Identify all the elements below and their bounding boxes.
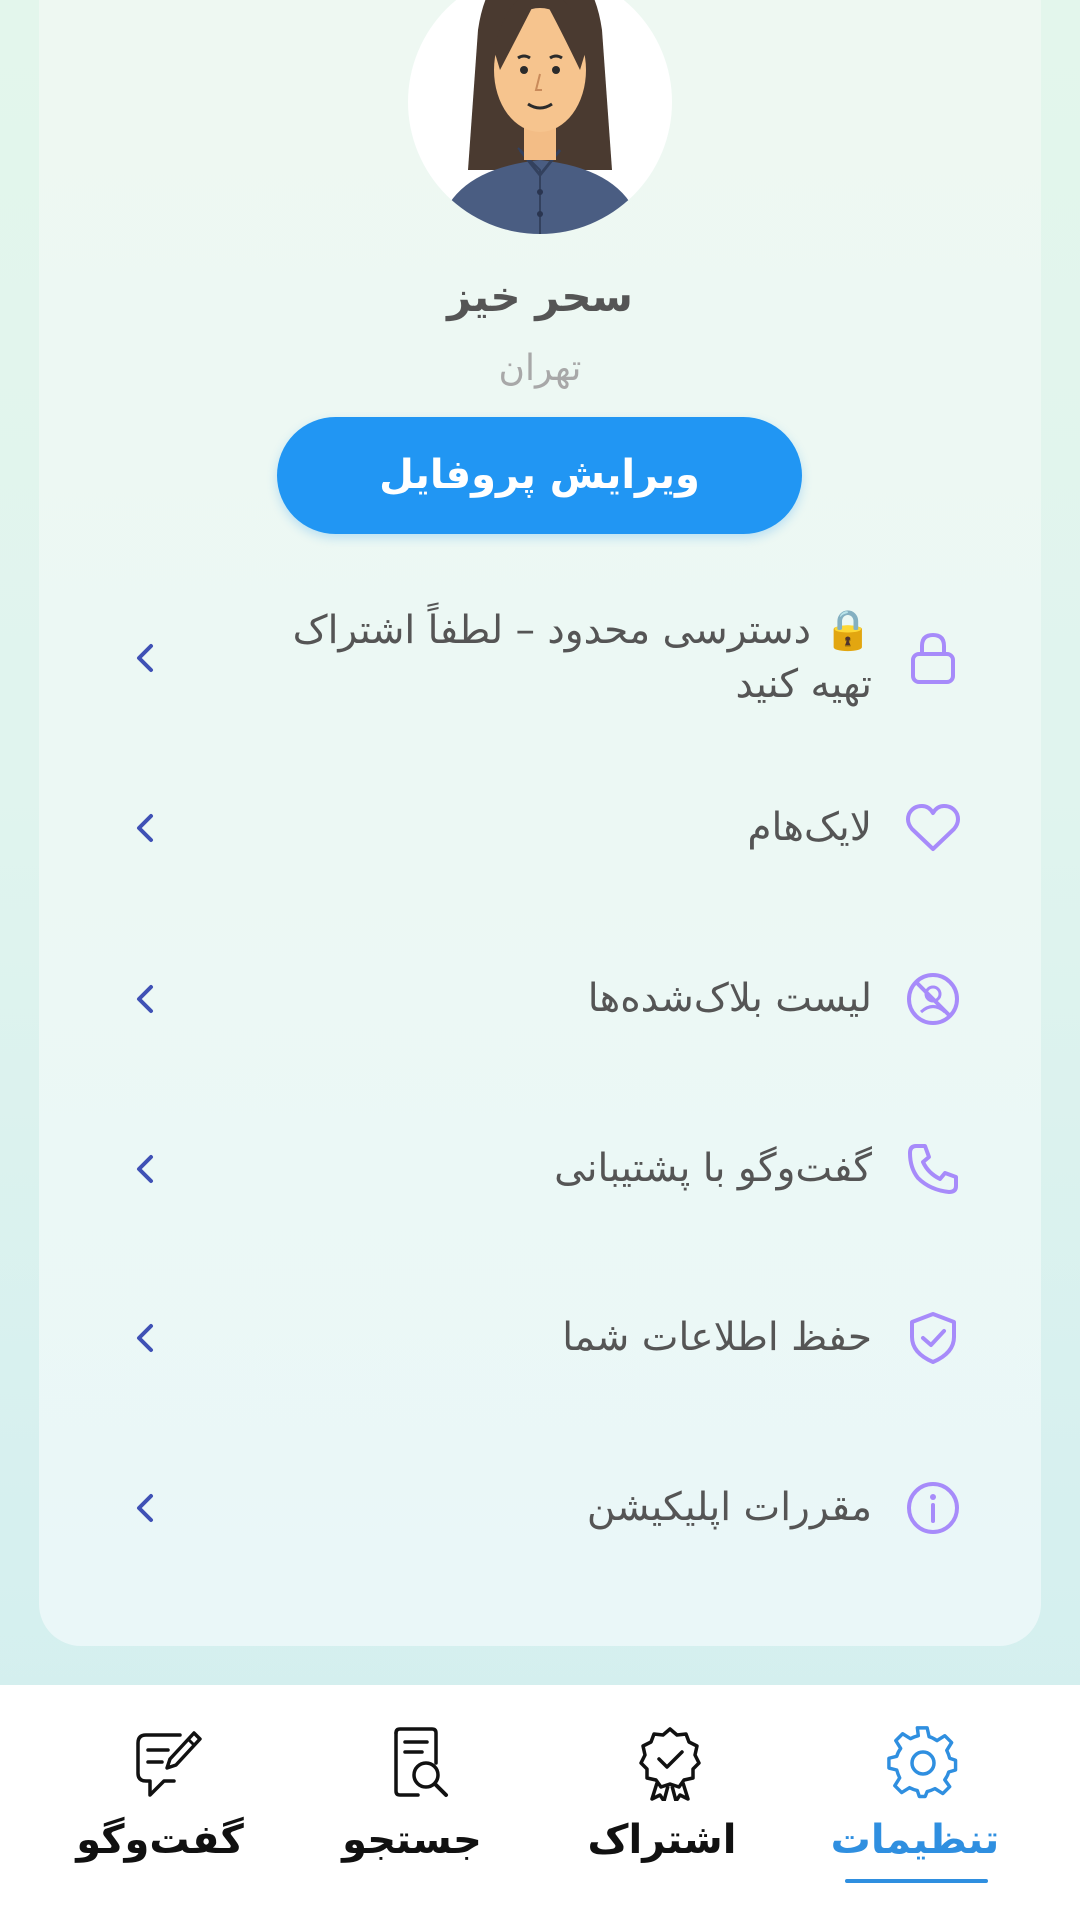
document-search-icon — [394, 1727, 448, 1797]
menu-item-support[interactable]: گفت‌وگو با پشتیبانی — [100, 1099, 980, 1239]
nav-label: جستجو — [342, 1817, 482, 1863]
nav-tab-subscription[interactable]: اشتراک — [527, 1685, 797, 1920]
bottom-nav: تنظیمات اشتراک جستجو گفت‌وگو — [0, 1685, 1080, 1920]
badge-icon — [639, 1727, 701, 1801]
chevron-left-icon — [137, 985, 153, 1013]
nav-tab-chat[interactable]: گفت‌وگو — [25, 1685, 295, 1920]
chevron-left-icon — [137, 1155, 153, 1183]
shield-check-icon — [910, 1312, 956, 1364]
heart-icon — [906, 804, 960, 851]
menu-item-restricted-access[interactable]: 🔒 دسترسی محدود – لطفاً اشتراک تهیه کنید — [100, 588, 980, 728]
nav-tab-search[interactable]: جستجو — [277, 1685, 547, 1920]
block-icon — [907, 973, 959, 1025]
active-tab-indicator — [845, 1879, 988, 1883]
menu-item-app-rules[interactable]: مقررات اپلیکیشن — [100, 1438, 980, 1578]
edit-profile-button[interactable]: ویرایش پروفایل — [277, 417, 802, 534]
menu-item-label: لیست بلاک‌شده‌ها — [587, 976, 872, 1021]
gear-icon — [887, 1726, 958, 1799]
menu-item-likes[interactable]: لایک‌هام — [100, 758, 980, 898]
chevron-left-icon — [137, 814, 153, 842]
chevron-left-icon — [137, 1494, 153, 1522]
chevron-left-icon — [137, 1324, 153, 1352]
menu-item-label: 🔒 دسترسی محدود – لطفاً اشتراک تهیه کنید — [292, 608, 872, 707]
chat-edit-icon — [136, 1731, 202, 1797]
profile-city: تهران — [498, 348, 582, 389]
nav-label: اشتراک — [587, 1817, 737, 1863]
nav-label: گفت‌وگو — [76, 1817, 244, 1863]
menu-item-label: حفظ اطلاعات شما — [562, 1315, 872, 1360]
menu-item-label: مقررات اپلیکیشن — [586, 1485, 872, 1530]
menu-item-privacy[interactable]: حفظ اطلاعات شما — [100, 1268, 980, 1408]
nav-tab-settings[interactable]: تنظیمات — [780, 1685, 1050, 1920]
menu-item-block-list[interactable]: لیست بلاک‌شده‌ها — [100, 929, 980, 1069]
lock-icon — [911, 632, 955, 684]
nav-label: تنظیمات — [830, 1817, 1000, 1863]
menu-item-label: گفت‌وگو با پشتیبانی — [554, 1146, 872, 1191]
phone-icon — [908, 1144, 958, 1194]
profile-name: سحر خیز — [447, 272, 633, 321]
menu-item-label: لایک‌هام — [747, 805, 872, 850]
chevron-left-icon — [137, 644, 153, 672]
info-icon — [907, 1482, 959, 1534]
